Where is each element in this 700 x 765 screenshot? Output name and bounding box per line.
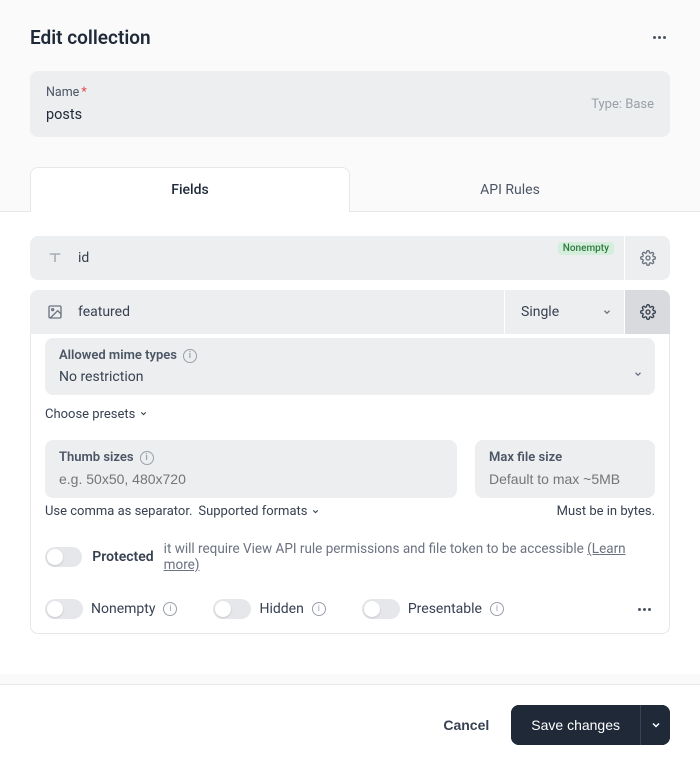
hidden-toggle[interactable] xyxy=(213,599,251,619)
collection-name-block[interactable]: Name* posts Type: Base xyxy=(30,71,670,137)
field-featured-name: featured xyxy=(78,304,130,320)
max-file-size-input[interactable] xyxy=(489,471,641,487)
field-featured-main[interactable]: featured xyxy=(30,290,504,334)
info-icon[interactable]: i xyxy=(183,349,197,363)
more-icon[interactable] xyxy=(649,32,670,43)
required-star-icon: * xyxy=(81,85,86,100)
field-featured-mode-select[interactable]: Single xyxy=(504,290,624,334)
choose-presets-label: Choose presets xyxy=(45,407,135,422)
chevron-down-icon xyxy=(139,407,148,422)
collection-type-text: Type: Base xyxy=(591,97,654,112)
protected-label: Protected xyxy=(92,549,153,565)
field-id-gear[interactable] xyxy=(624,236,670,280)
field-more-icon[interactable] xyxy=(634,604,655,615)
protected-toggle[interactable] xyxy=(45,547,82,567)
tabs: Fields API Rules xyxy=(30,167,670,212)
nonempty-badge: Nonempty xyxy=(558,242,614,255)
max-size-helper-text: Must be in bytes. xyxy=(557,504,655,519)
chevron-down-icon xyxy=(633,364,643,383)
field-id-name: id xyxy=(78,250,89,266)
field-row-featured: featured Single xyxy=(30,290,670,334)
mime-types-select[interactable]: Allowed mime types i No restriction xyxy=(45,338,655,395)
info-icon[interactable]: i xyxy=(163,602,177,616)
protected-description: it will require View API rule permission… xyxy=(164,541,584,557)
save-button[interactable]: Save changes xyxy=(511,705,640,745)
text-type-icon xyxy=(44,250,66,266)
image-type-icon xyxy=(44,304,66,320)
mime-types-value: No restriction xyxy=(59,369,641,385)
choose-presets-link[interactable]: Choose presets xyxy=(45,407,148,422)
supported-formats-label: Supported formats xyxy=(198,504,307,519)
page-title: Edit collection xyxy=(30,26,151,49)
gear-icon xyxy=(640,304,656,320)
field-id-main[interactable]: id Nonempty xyxy=(30,236,624,280)
save-options-button[interactable] xyxy=(640,705,670,745)
presentable-label: Presentable xyxy=(408,601,482,617)
info-icon[interactable]: i xyxy=(140,451,154,465)
mime-types-label: Allowed mime types xyxy=(59,348,177,363)
presentable-toggle[interactable] xyxy=(362,599,400,619)
max-file-size-block: Max file size xyxy=(475,440,655,498)
info-icon[interactable]: i xyxy=(490,602,504,616)
max-file-size-label: Max file size xyxy=(489,450,562,465)
mode-selected-value: Single xyxy=(521,304,559,320)
hidden-label: Hidden xyxy=(259,601,303,617)
thumb-sizes-input[interactable] xyxy=(59,471,443,487)
tab-fields[interactable]: Fields xyxy=(30,167,350,212)
name-label: Name xyxy=(46,85,79,100)
footer: Cancel Save changes xyxy=(0,684,700,765)
field-featured-settings: Allowed mime types i No restriction Choo… xyxy=(30,324,670,634)
thumb-sizes-block: Thumb sizes i xyxy=(45,440,457,498)
thumb-helper-text: Use comma as separator. xyxy=(45,504,192,519)
supported-formats-link[interactable]: Supported formats xyxy=(198,504,320,519)
info-icon[interactable]: i xyxy=(312,602,326,616)
thumb-sizes-label: Thumb sizes xyxy=(59,450,134,465)
chevron-down-icon xyxy=(602,307,612,317)
nonempty-toggle[interactable] xyxy=(45,599,83,619)
field-featured-gear[interactable] xyxy=(624,290,670,334)
tab-api-rules[interactable]: API Rules xyxy=(350,167,670,212)
field-row-id: id Nonempty xyxy=(30,236,670,280)
nonempty-label: Nonempty xyxy=(91,601,155,617)
cancel-button[interactable]: Cancel xyxy=(439,707,493,743)
gear-icon xyxy=(640,250,656,266)
collection-name-value: posts xyxy=(46,106,87,123)
